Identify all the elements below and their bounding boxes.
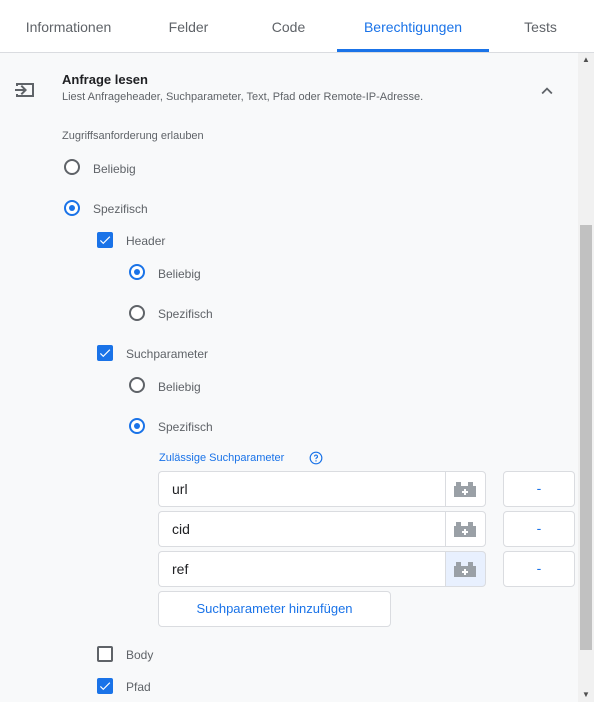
header-specific-radio[interactable] [129,305,145,321]
body-label: Body [126,648,154,662]
tab-felder[interactable]: Felder [137,0,240,52]
vertical-scrollbar[interactable]: ▲ ▼ [578,53,594,702]
tab-berechtigungen[interactable]: Berechtigungen [337,0,489,52]
section-title: Anfrage lesen [62,72,148,87]
remove-param-button[interactable]: - [503,511,575,547]
param-row: url [158,471,486,507]
input-icon [13,78,37,102]
remove-param-button[interactable]: - [503,471,575,507]
help-icon[interactable] [309,451,323,465]
variable-picker-button[interactable] [445,551,486,587]
query-specific-label: Spezifisch [158,420,213,434]
access-any-radio[interactable] [64,159,80,175]
query-label: Suchparameter [126,347,209,361]
variable-brick-icon [454,562,476,577]
tab-bar: Informationen Felder Code Berechtigungen… [0,0,594,53]
variable-picker-button[interactable] [445,511,486,547]
query-any-label: Beliebig [158,380,201,394]
variable-picker-button[interactable] [445,471,486,507]
active-tab-indicator [337,49,489,52]
access-specific-label: Spezifisch [93,202,148,216]
tab-code[interactable]: Code [240,0,337,52]
param-input[interactable]: url [158,471,445,507]
query-specific-radio[interactable] [129,418,145,434]
header-any-label: Beliebig [158,267,201,281]
param-input[interactable]: cid [158,511,445,547]
tab-tests[interactable]: Tests [489,0,592,52]
allowed-params-label: Zulässige Suchparameter [159,452,285,464]
param-row: cid [158,511,486,547]
variable-brick-icon [454,522,476,537]
chevron-up-icon[interactable] [536,80,558,102]
permissions-panel: Anfrage lesen Liest Anfrageheader, Suchp… [0,53,578,702]
body-checkbox[interactable] [97,646,113,662]
query-any-radio[interactable] [129,377,145,393]
access-any-label: Beliebig [93,162,136,176]
path-checkbox[interactable] [97,678,113,694]
variable-brick-icon [454,482,476,497]
access-label: Zugriffsanforderung erlauben [62,130,204,142]
remove-param-button[interactable]: - [503,551,575,587]
header-any-radio[interactable] [129,264,145,280]
tab-informationen[interactable]: Informationen [0,0,137,52]
path-label: Pfad [126,680,151,694]
scrollbar-thumb[interactable] [580,225,592,650]
scroll-down-icon[interactable]: ▼ [578,688,594,702]
header-specific-label: Spezifisch [158,307,213,321]
param-row: ref [158,551,486,587]
param-input[interactable]: ref [158,551,445,587]
header-checkbox[interactable] [97,232,113,248]
access-specific-radio[interactable] [64,200,80,216]
section-subtitle: Liest Anfrageheader, Suchparameter, Text… [62,91,424,103]
add-param-button[interactable]: Suchparameter hinzufügen [158,591,391,627]
scroll-up-icon[interactable]: ▲ [578,53,594,67]
query-checkbox[interactable] [97,345,113,361]
header-label: Header [126,234,166,248]
